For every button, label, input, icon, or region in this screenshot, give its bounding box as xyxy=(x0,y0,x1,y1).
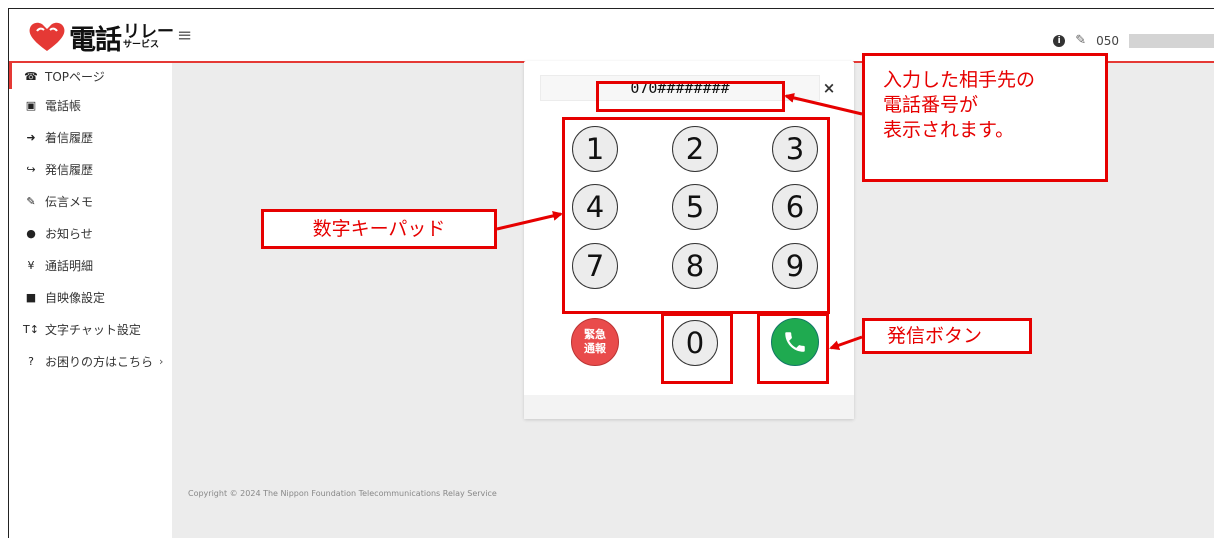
sidebar-item-3[interactable]: ↪ 発信履歴 xyxy=(9,153,169,185)
number-display-callout: 入力した相手先の 電話番号が 表示されます。 xyxy=(862,53,1108,182)
phone-number-mask xyxy=(1129,33,1214,48)
sidebar-item-7[interactable]: ■ 自映像設定 xyxy=(9,281,169,313)
incoming-call-icon: ➜ xyxy=(26,130,36,144)
sidebar: ☎ TOPページ ▣ 電話帳 ➜ 着信履歴 ↪ 発信履歴 ✎ 伝言メモ ● お知らせ ¥ 通話明細 ■ 自映像… xyxy=(9,63,169,538)
video-camera-icon: ■ xyxy=(25,290,37,304)
number-display-highlight xyxy=(596,81,785,112)
call-button-callout: 発信ボタン xyxy=(862,318,1032,354)
sidebar-item-5[interactable]: ● お知らせ xyxy=(9,217,169,249)
logo-subtext: リレー サービス xyxy=(123,22,174,50)
copyright-text: Copyright © 2024 The Nippon Foundation T… xyxy=(188,489,497,498)
logo-text: 電話 xyxy=(69,24,122,56)
sidebar-item-1[interactable]: ▣ 電話帳 xyxy=(9,89,169,121)
yen-icon: ¥ xyxy=(27,258,35,272)
clear-number-button[interactable]: × xyxy=(818,77,840,99)
emergency-call-button[interactable]: 緊急 通報 xyxy=(571,318,619,366)
sidebar-item-label: 電話帳 xyxy=(45,98,82,113)
sidebar-item-label: 伝言メモ xyxy=(45,194,94,209)
text-size-icon: T↕ xyxy=(23,322,39,336)
hamburger-icon[interactable]: ≡ xyxy=(177,25,192,46)
sidebar-item-label: お困りの方はこちら xyxy=(45,354,154,369)
sidebar-item-8[interactable]: T↕ 文字チャット設定 xyxy=(9,313,169,345)
service-logo[interactable]: 電話 リレー サービス xyxy=(27,17,174,57)
user-phone-number: 050 xyxy=(1096,33,1119,48)
zero-key-highlight xyxy=(661,313,733,384)
chevron-right-icon: › xyxy=(159,354,164,368)
sidebar-item-label: 通話明細 xyxy=(45,258,94,273)
heart-logo-icon xyxy=(29,22,65,51)
sidebar-item-4[interactable]: ✎ 伝言メモ xyxy=(9,185,169,217)
sidebar-item-2[interactable]: ➜ 着信履歴 xyxy=(9,121,169,153)
sidebar-item-0[interactable]: ☎ TOPページ xyxy=(9,63,169,89)
keypad-highlight xyxy=(562,117,830,314)
sidebar-item-label: TOPページ xyxy=(45,69,105,84)
edit-icon[interactable]: ✎ xyxy=(1075,33,1086,48)
sidebar-item-label: 文字チャット設定 xyxy=(45,322,141,337)
sidebar-item-label: 着信履歴 xyxy=(45,130,94,145)
phone-icon: ☎ xyxy=(24,69,38,83)
keypad-callout: 数字キーパッド xyxy=(261,209,497,249)
address-book-icon: ▣ xyxy=(25,98,37,112)
info-icon[interactable]: i xyxy=(1053,34,1066,47)
call-button-highlight xyxy=(757,313,829,384)
memo-edit-icon: ✎ xyxy=(26,194,36,208)
sidebar-item-9[interactable]: ? お困りの方はこちら › xyxy=(9,345,169,377)
sidebar-item-label: 発信履歴 xyxy=(45,162,94,177)
panel-footer xyxy=(524,395,854,419)
sidebar-item-label: 自映像設定 xyxy=(45,290,106,305)
sidebar-item-label: お知らせ xyxy=(45,226,93,241)
info-icon: ● xyxy=(26,226,36,240)
sidebar-item-6[interactable]: ¥ 通話明細 xyxy=(9,249,169,281)
help-icon: ? xyxy=(28,354,34,368)
header-actions: i ✎ 050 xyxy=(1053,33,1214,48)
outgoing-call-icon: ↪ xyxy=(26,162,36,176)
